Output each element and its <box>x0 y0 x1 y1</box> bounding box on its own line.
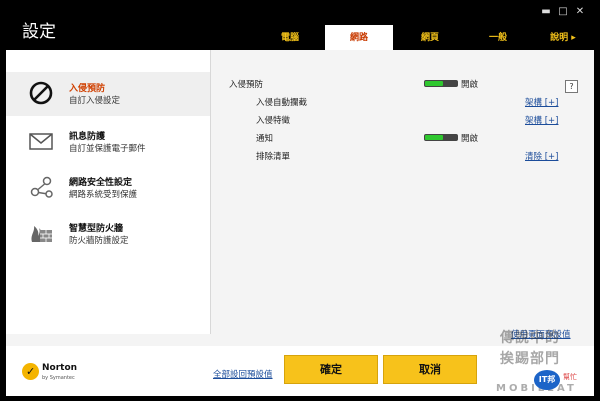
watermark-text: 挨踢部門 <box>500 351 560 367</box>
sidebar-item-title: 訊息防護 <box>69 132 106 142</box>
norton-check-icon: ✓ <box>22 363 39 380</box>
setting-row-intrusion-signatures: 入侵特徵 架構 [+] <box>211 112 594 128</box>
network-nodes-icon <box>30 176 53 198</box>
setting-label: 入侵自動攔截 <box>256 98 308 108</box>
toggle-state-label: 開啟 <box>461 134 479 144</box>
watermark-badge-sub: 幫忙 <box>563 373 577 381</box>
sidebar: 入侵預防 自訂入侵設定 訊息防護 自訂並保護電子郵件 網路安全性設定 網路系統受… <box>6 50 211 334</box>
sidebar-item-title: 入侵預防 <box>69 84 106 94</box>
toggle-switch[interactable] <box>424 134 458 141</box>
tab-computer[interactable]: 電腦 <box>265 25 315 50</box>
configure-link[interactable]: 架構 [+] <box>525 96 558 108</box>
ok-button[interactable]: 確定 <box>284 355 378 384</box>
tab-help[interactable]: 說明 ▸ <box>538 25 588 50</box>
norton-logo: Norton <box>42 363 78 373</box>
reset-all-defaults-link[interactable]: 全部設回預設值 <box>213 368 273 380</box>
maximize-icon[interactable]: □ <box>557 6 569 18</box>
norton-logo-sub: by Symantec <box>42 375 75 381</box>
cancel-button[interactable]: 取消 <box>383 355 477 384</box>
sidebar-item-message-protection[interactable]: 訊息防護 自訂並保護電子郵件 <box>6 120 210 164</box>
settings-window: 設定 ▬ □ ✕ 電腦 網路 網頁 一般 說明 ▸ 入侵預防 自訂入侵設定 訊息… <box>0 0 600 401</box>
sidebar-item-network-security[interactable]: 網路安全性設定 網路系統受到保護 <box>6 166 210 210</box>
setting-label: 入侵預防 <box>229 80 264 90</box>
tab-general[interactable]: 一般 <box>476 25 520 50</box>
firewall-icon <box>31 226 52 242</box>
clear-link[interactable]: 清除 [+] <box>525 150 558 162</box>
tab-web[interactable]: 網頁 <box>405 25 455 50</box>
setting-label: 排除清單 <box>256 152 291 162</box>
toggle-switch[interactable] <box>424 80 458 87</box>
envelope-icon <box>29 133 53 150</box>
minimize-icon[interactable]: ▬ <box>540 6 552 18</box>
toggle-on-indicator <box>425 135 443 140</box>
sidebar-item-title: 網路安全性設定 <box>69 178 133 188</box>
setting-row-intrusion-prevention: 入侵預防 開啟 <box>211 76 594 92</box>
tab-bar: 電腦 網路 網頁 一般 說明 ▸ <box>0 25 600 50</box>
configure-link[interactable]: 架構 [+] <box>525 114 558 126</box>
setting-row-notifications: 通知 開啟 <box>211 130 594 146</box>
setting-row-auto-block: 入侵自動攔截 架構 [+] <box>211 94 594 110</box>
setting-label: 入侵特徵 <box>256 116 291 126</box>
close-icon[interactable]: ✕ <box>574 6 586 18</box>
sidebar-item-desc: 防火牆防護設定 <box>69 236 129 246</box>
toggle-on-indicator <box>425 81 443 86</box>
sidebar-item-desc: 自訂入侵設定 <box>69 96 121 106</box>
watermark-text: 傳說中的 <box>500 330 560 346</box>
toggle-state-label: 開啟 <box>461 80 479 90</box>
setting-row-exclusion-list: 排除清單 清除 [+] <box>211 148 594 164</box>
tab-network[interactable]: 網路 <box>325 25 393 50</box>
sidebar-item-title: 智慧型防火牆 <box>69 224 124 234</box>
sidebar-item-desc: 自訂並保護電子郵件 <box>69 144 146 154</box>
sidebar-item-desc: 網路系統受到保護 <box>69 190 138 200</box>
no-entry-icon <box>29 81 53 105</box>
setting-label: 通知 <box>256 134 274 144</box>
watermark-badge: IT邦 <box>534 370 560 390</box>
sidebar-item-intrusion-prevention[interactable]: 入侵預防 自訂入侵設定 <box>6 72 210 116</box>
sidebar-item-smart-firewall[interactable]: 智慧型防火牆 防火牆防護設定 <box>6 212 210 256</box>
